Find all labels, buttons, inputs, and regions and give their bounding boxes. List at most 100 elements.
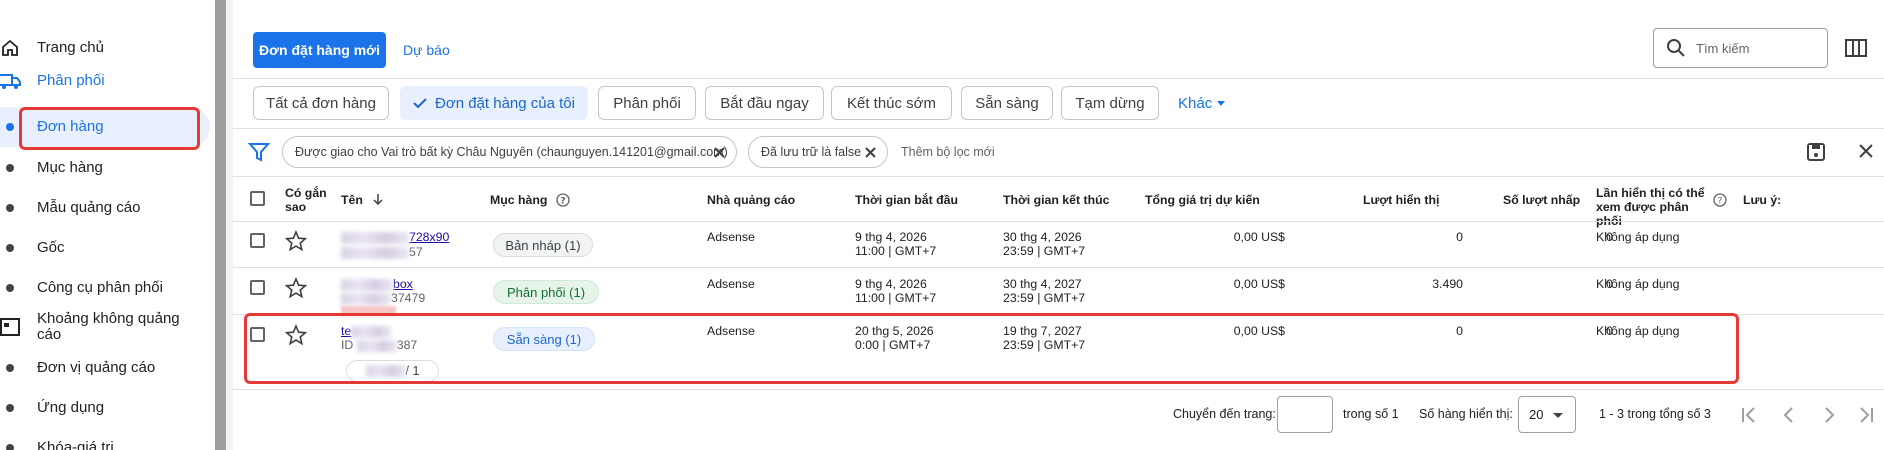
sidebar-item-creatives[interactable]: Mẫu quảng cáo <box>0 188 210 228</box>
header-name-label: Tên <box>341 193 363 207</box>
header-end-time[interactable]: Thời gian kết thúc <box>1003 193 1109 207</box>
order-id-text: 57 <box>409 245 423 259</box>
advertiser-cell: Adsense <box>707 230 755 244</box>
row-checkbox[interactable] <box>250 327 265 342</box>
sidebar-item-delivery[interactable]: Phân phối <box>0 61 210 101</box>
sidebar-item-label: Gốc <box>37 239 65 256</box>
caret-down-icon <box>1217 100 1226 106</box>
projected-value: 0,00 US$ <box>1233 324 1285 338</box>
order-id-text: 37479 <box>391 291 426 305</box>
line-item-count-chip[interactable]: / 1 <box>346 360 439 382</box>
header-starred[interactable]: Có gắn sao <box>285 186 330 214</box>
forecast-button[interactable]: Dự báo <box>403 32 450 68</box>
close-icon[interactable] <box>864 146 877 159</box>
filter-chip-archived[interactable]: Đã lưu trữ là false <box>748 136 888 168</box>
last-page-icon[interactable] <box>1855 404 1877 426</box>
more-tabs-button[interactable]: Khác <box>1178 86 1226 120</box>
header-line-items[interactable]: Mục hàng ? <box>490 193 570 207</box>
status-badge[interactable]: Sẵn sàng (1) <box>493 327 595 351</box>
order-id: 37479 <box>341 291 425 305</box>
header-advertiser[interactable]: Nhà quảng cáo <box>707 193 795 207</box>
save-icon[interactable] <box>1806 142 1826 162</box>
tab-ready[interactable]: Sẵn sàng <box>961 86 1053 120</box>
order-id: 57 <box>341 245 423 259</box>
home-icon <box>0 38 20 58</box>
filter-icon[interactable] <box>248 142 270 162</box>
header-start-time[interactable]: Thời gian bắt đầu <box>855 193 958 207</box>
next-page-icon[interactable] <box>1818 404 1840 426</box>
sidebar-item-label: Khoảng không quảng cáo <box>37 310 180 343</box>
ad-inventory-icon <box>0 317 20 337</box>
header-impressions[interactable]: Lượt hiển thị <box>1363 193 1463 207</box>
divider <box>233 389 1884 390</box>
star-icon[interactable] <box>285 230 307 252</box>
dot-icon <box>0 238 20 258</box>
range-label: 1 - 3 trong tổng số 3 <box>1599 407 1711 421</box>
caret-down-icon <box>1553 413 1563 418</box>
row-checkbox[interactable] <box>250 233 265 248</box>
add-filter-input[interactable]: Thêm bộ lọc mới <box>901 136 995 168</box>
help-icon[interactable]: ? <box>556 193 570 207</box>
star-icon[interactable] <box>285 324 307 346</box>
star-icon[interactable] <box>285 277 307 299</box>
order-name-link[interactable]: 728x90 <box>409 230 449 244</box>
first-page-icon[interactable] <box>1738 404 1760 426</box>
sidebar-item-key-values[interactable]: Khóa-giá trị <box>0 428 210 450</box>
mini-chip-label: / 1 <box>405 364 420 378</box>
start-date: 9 thg 4, 2026 <box>855 230 927 244</box>
tab-my-orders[interactable]: Đơn đặt hàng của tôi <box>400 86 588 120</box>
search-input[interactable] <box>1696 40 1816 56</box>
sidebar-item-label: Trang chủ <box>37 39 104 56</box>
order-name-link[interactable]: box <box>393 277 413 291</box>
dot-icon <box>0 198 20 218</box>
divider <box>233 176 1884 177</box>
close-filter-bar-icon[interactable] <box>1858 143 1874 159</box>
truck-icon <box>0 71 22 91</box>
tab-delivering[interactable]: Phân phối <box>598 86 696 120</box>
sidebar-item-label: Đơn vị quảng cáo <box>37 359 156 376</box>
sidebar-item-line-items[interactable]: Mục hàng <box>0 148 210 188</box>
order-name[interactable]: 728x90 <box>341 230 449 244</box>
goto-page-label: Chuyển đến trang: <box>1173 407 1276 421</box>
order-name-link[interactable]: te <box>341 324 351 338</box>
order-name[interactable]: te <box>341 324 392 338</box>
tab-ending-soon[interactable]: Kết thúc sớm <box>831 86 952 120</box>
divider <box>233 221 1884 222</box>
sidebar-scrollbar[interactable] <box>215 0 226 450</box>
viewable-value: Không áp dụng <box>1596 230 1680 244</box>
new-order-button[interactable]: Đơn đặt hàng mới <box>253 32 386 68</box>
tab-all-orders[interactable]: Tất cả đơn hàng <box>253 86 389 120</box>
search-box[interactable] <box>1653 28 1828 68</box>
help-icon[interactable]: ? <box>1713 193 1727 207</box>
header-name[interactable]: Tên <box>341 193 384 207</box>
select-all-checkbox[interactable] <box>250 191 265 206</box>
sidebar-item-label: Mục hàng <box>37 159 103 176</box>
sidebar-item-inventory[interactable]: Khoảng không quảng cáo <box>0 307 210 347</box>
status-badge[interactable]: Phân phối (1) <box>493 280 599 304</box>
divider <box>233 78 1884 79</box>
rows-per-page-label: Số hàng hiển thị: <box>1419 407 1513 421</box>
sidebar-item-native[interactable]: Gốc <box>0 228 210 268</box>
sidebar-item-ad-units[interactable]: Đơn vị quảng cáo <box>0 348 210 388</box>
tab-starting-soon[interactable]: Bắt đầu ngay <box>705 86 824 120</box>
row-checkbox[interactable] <box>250 280 265 295</box>
filter-chip-assigned[interactable]: Được giao cho Vai trò bất kỳ Châu Nguyên… <box>282 136 737 168</box>
end-time: 23:59 | GMT+7 <box>1003 244 1086 258</box>
header-notes[interactable]: Lưu ý: <box>1743 193 1781 207</box>
sidebar-item-delivery-tools[interactable]: Công cụ phân phối <box>0 268 210 308</box>
prev-page-icon[interactable] <box>1778 404 1800 426</box>
status-badge[interactable]: Bản nháp (1) <box>493 233 593 257</box>
order-id-suffix: 387 <box>396 338 418 352</box>
order-name[interactable]: box <box>341 277 413 291</box>
sidebar-item-apps[interactable]: Ứng dụng <box>0 388 210 428</box>
columns-icon[interactable] <box>1845 38 1867 58</box>
tab-paused[interactable]: Tạm dừng <box>1061 86 1159 120</box>
dot-icon <box>0 438 20 450</box>
header-projected-value[interactable]: Tổng giá trị dự kiến <box>1145 193 1285 207</box>
close-icon[interactable] <box>713 146 726 159</box>
rows-per-page-select[interactable]: 20 <box>1518 396 1576 433</box>
goto-page-input[interactable] <box>1277 396 1333 433</box>
divider <box>233 267 1884 268</box>
advertiser-cell: Adsense <box>707 277 755 291</box>
sidebar-item-orders[interactable]: Đơn hàng <box>0 107 210 147</box>
